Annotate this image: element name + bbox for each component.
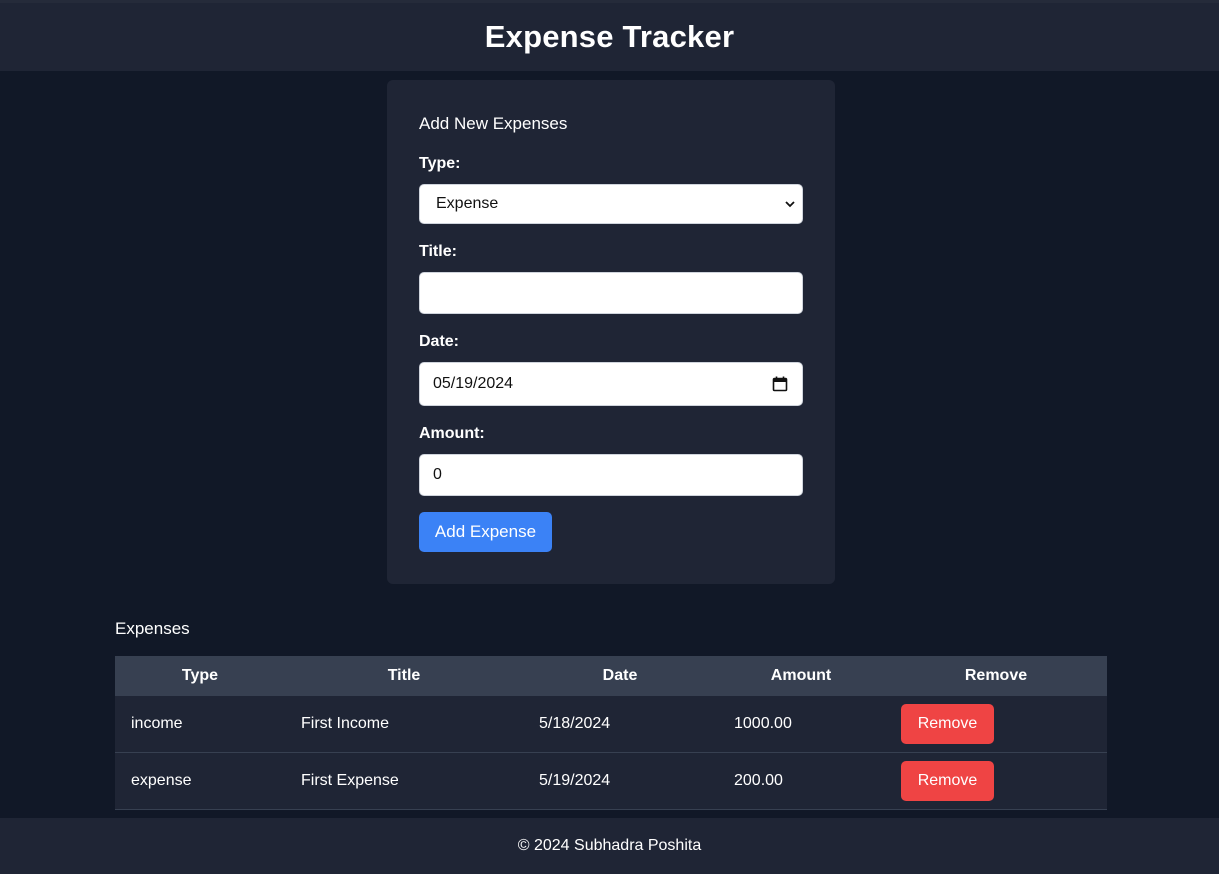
cell-date: 5/18/2024: [539, 715, 611, 732]
remove-button[interactable]: Remove: [901, 761, 994, 801]
expenses-heading: Expenses: [115, 619, 190, 638]
type-select-value: Expense: [436, 195, 499, 212]
cell-title: First Expense: [301, 772, 399, 789]
expenses-table: Type Title Date Amount Remove income Fir…: [115, 656, 1107, 810]
column-date: Date: [602, 667, 638, 684]
app-header: Expense Tracker: [0, 0, 1219, 71]
add-expense-form: Add New Expenses Type: Expense Title: Da…: [387, 80, 835, 584]
column-amount: Amount: [770, 667, 832, 684]
app-footer: © 2024 Subhadra Poshita: [0, 818, 1219, 874]
type-label: Type:: [419, 155, 461, 172]
date-input[interactable]: 05/19/2024: [419, 362, 803, 406]
cell-amount: 200.00: [734, 772, 783, 789]
date-input-value: 05/19/2024: [433, 375, 514, 392]
column-remove: Remove: [964, 667, 1028, 684]
cell-type: income: [131, 715, 183, 732]
table-row: expense First Expense 5/19/2024 200.00 R…: [115, 753, 1107, 810]
form-heading: Add New Expenses: [419, 114, 568, 133]
type-select[interactable]: Expense: [419, 184, 803, 224]
amount-input[interactable]: 0: [419, 454, 803, 496]
column-title: Title: [387, 667, 421, 684]
cell-date: 5/19/2024: [539, 772, 611, 789]
column-type: Type: [181, 667, 219, 684]
cell-type: expense: [131, 772, 192, 789]
date-label: Date:: [419, 333, 460, 350]
table-header: Type Title Date Amount Remove: [115, 656, 1107, 696]
amount-input-value: 0: [433, 466, 442, 483]
table-row: income First Income 5/18/2024 1000.00 Re…: [115, 696, 1107, 753]
title-label: Title:: [419, 243, 457, 260]
title-input[interactable]: [419, 272, 803, 314]
chevron-down-icon: [784, 198, 796, 210]
add-expense-button[interactable]: Add Expense: [419, 512, 552, 552]
remove-button[interactable]: Remove: [901, 704, 994, 744]
page-title: Expense Tracker: [484, 19, 735, 54]
calendar-icon[interactable]: [772, 376, 788, 392]
footer-copyright: © 2024 Subhadra Poshita: [517, 837, 702, 854]
amount-label: Amount:: [419, 425, 485, 442]
cell-amount: 1000.00: [734, 715, 792, 732]
cell-title: First Income: [301, 715, 390, 732]
